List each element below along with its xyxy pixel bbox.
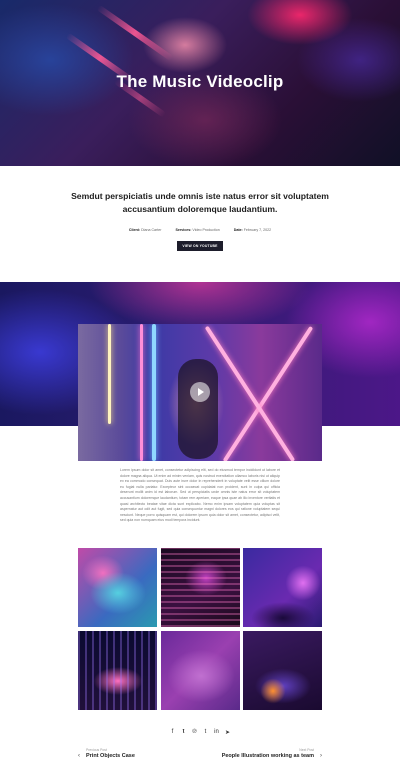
twitter-icon[interactable]: 𝐭: [181, 729, 187, 736]
facebook-icon[interactable]: f: [170, 729, 176, 736]
intro-lead: Semdut perspiciatis unde omnis iste natu…: [71, 191, 329, 214]
meta-client: Client: Diana Carter: [128, 228, 162, 232]
previous-post-label: Previous Post: [86, 748, 107, 752]
linkedin-icon[interactable]: in: [214, 729, 220, 736]
view-on-youtube-button[interactable]: VIEW ON YOUTUBE: [177, 241, 223, 251]
intro-section: Semdut perspiciatis unde omnis iste natu…: [0, 190, 400, 252]
share-bar: f 𝐭 ℗ t in ➤: [0, 729, 400, 736]
neon-tube: [108, 324, 111, 424]
gallery-image[interactable]: [243, 630, 322, 710]
meta-services: Services: Video Production: [175, 228, 220, 232]
tumblr-icon[interactable]: t: [203, 729, 209, 736]
post-navigation: Previous Post Print Objects Case ‹ Next …: [0, 748, 400, 768]
gallery-image[interactable]: [78, 548, 157, 627]
next-post-label: Next Post: [299, 748, 314, 752]
gallery-image[interactable]: [160, 548, 240, 627]
previous-post-link[interactable]: Previous Post Print Objects Case ‹: [78, 748, 135, 759]
meta-date: Date: February 7, 2022: [233, 228, 272, 232]
gallery-image[interactable]: [160, 630, 240, 710]
gallery-image[interactable]: [78, 630, 157, 710]
neon-tube: [222, 325, 313, 461]
gallery-image[interactable]: [243, 548, 322, 627]
neon-tube: [204, 325, 295, 461]
neon-tube: [140, 324, 143, 461]
neon-tube: [152, 324, 156, 461]
gallery-grid: [78, 548, 322, 710]
next-post-title: People Illustration working as team: [221, 753, 314, 759]
hero-section: The Music Videoclip: [0, 0, 400, 166]
play-button[interactable]: [190, 382, 210, 402]
chevron-left-icon: ‹: [78, 753, 80, 759]
project-meta: Client: Diana Carter Services: Video Pro…: [0, 228, 400, 232]
neon-streak: [96, 4, 174, 62]
page-title: The Music Videoclip: [116, 72, 284, 91]
telegram-icon[interactable]: ➤: [225, 729, 231, 736]
performer-figure: [178, 359, 218, 459]
previous-post-title: Print Objects Case: [86, 753, 135, 759]
article-text: Lorem ipsum dolor sit amet, consectetur …: [120, 468, 280, 523]
next-post-link[interactable]: Next Post People Illustration working as…: [221, 748, 322, 759]
pinterest-icon[interactable]: ℗: [192, 729, 198, 736]
chevron-right-icon: ›: [320, 753, 322, 759]
